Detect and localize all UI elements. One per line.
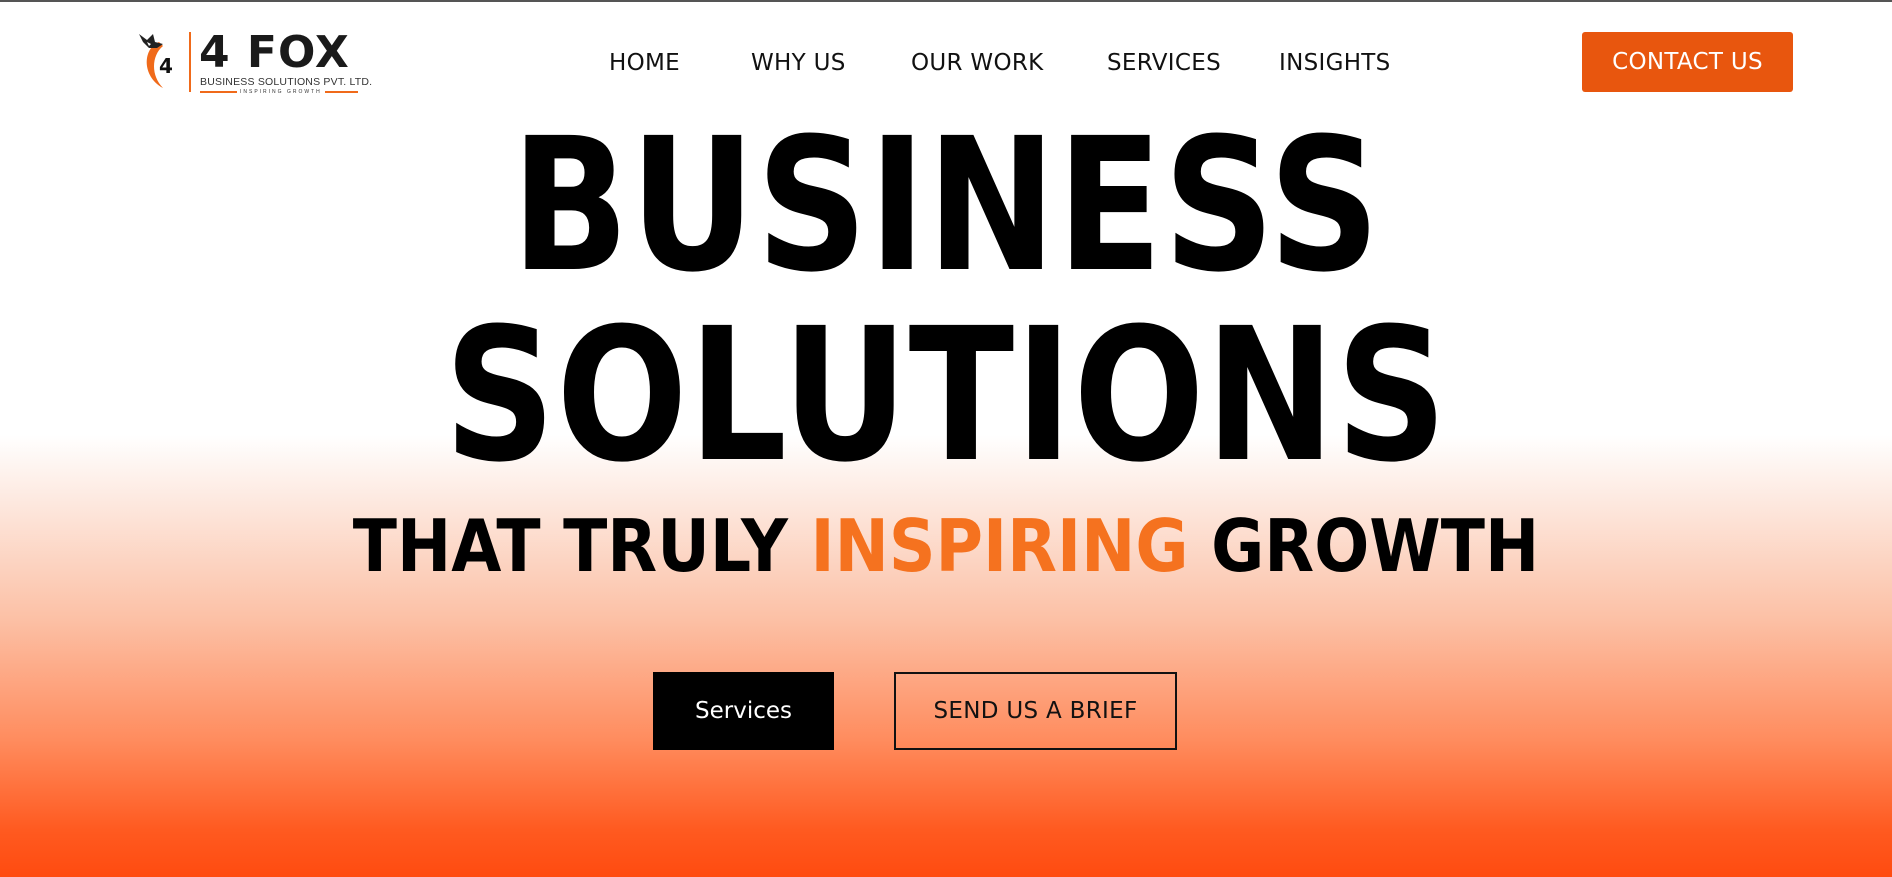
- nav-item-insights[interactable]: INSIGHTS: [1279, 46, 1391, 80]
- hero-heading-line-2: SOLUTIONS: [444, 289, 1448, 503]
- hero-subheading: THAT TRULY INSPIRING GROWTH: [95, 506, 1798, 586]
- hero-heading-line-1: BUSINESS: [511, 99, 1381, 313]
- contact-us-button[interactable]: CONTACT US: [1582, 32, 1793, 92]
- hero-subheading-suffix: GROWTH: [1188, 504, 1540, 588]
- hero-subheading-accent: INSPIRING: [810, 504, 1189, 588]
- hero-subheading-prefix: THAT TRULY: [352, 504, 811, 588]
- top-border: [0, 0, 1892, 2]
- nav-item-our-work[interactable]: OUR WORK: [911, 46, 1044, 80]
- nav-item-why-us[interactable]: WHY US: [751, 46, 846, 80]
- logo-tagline: INSPIRING GROWTH: [237, 88, 325, 96]
- nav-item-home[interactable]: HOME: [609, 46, 680, 80]
- nav-item-services[interactable]: SERVICES: [1107, 46, 1221, 80]
- services-button[interactable]: Services: [653, 672, 834, 750]
- send-brief-button[interactable]: SEND US A BRIEF: [894, 672, 1177, 750]
